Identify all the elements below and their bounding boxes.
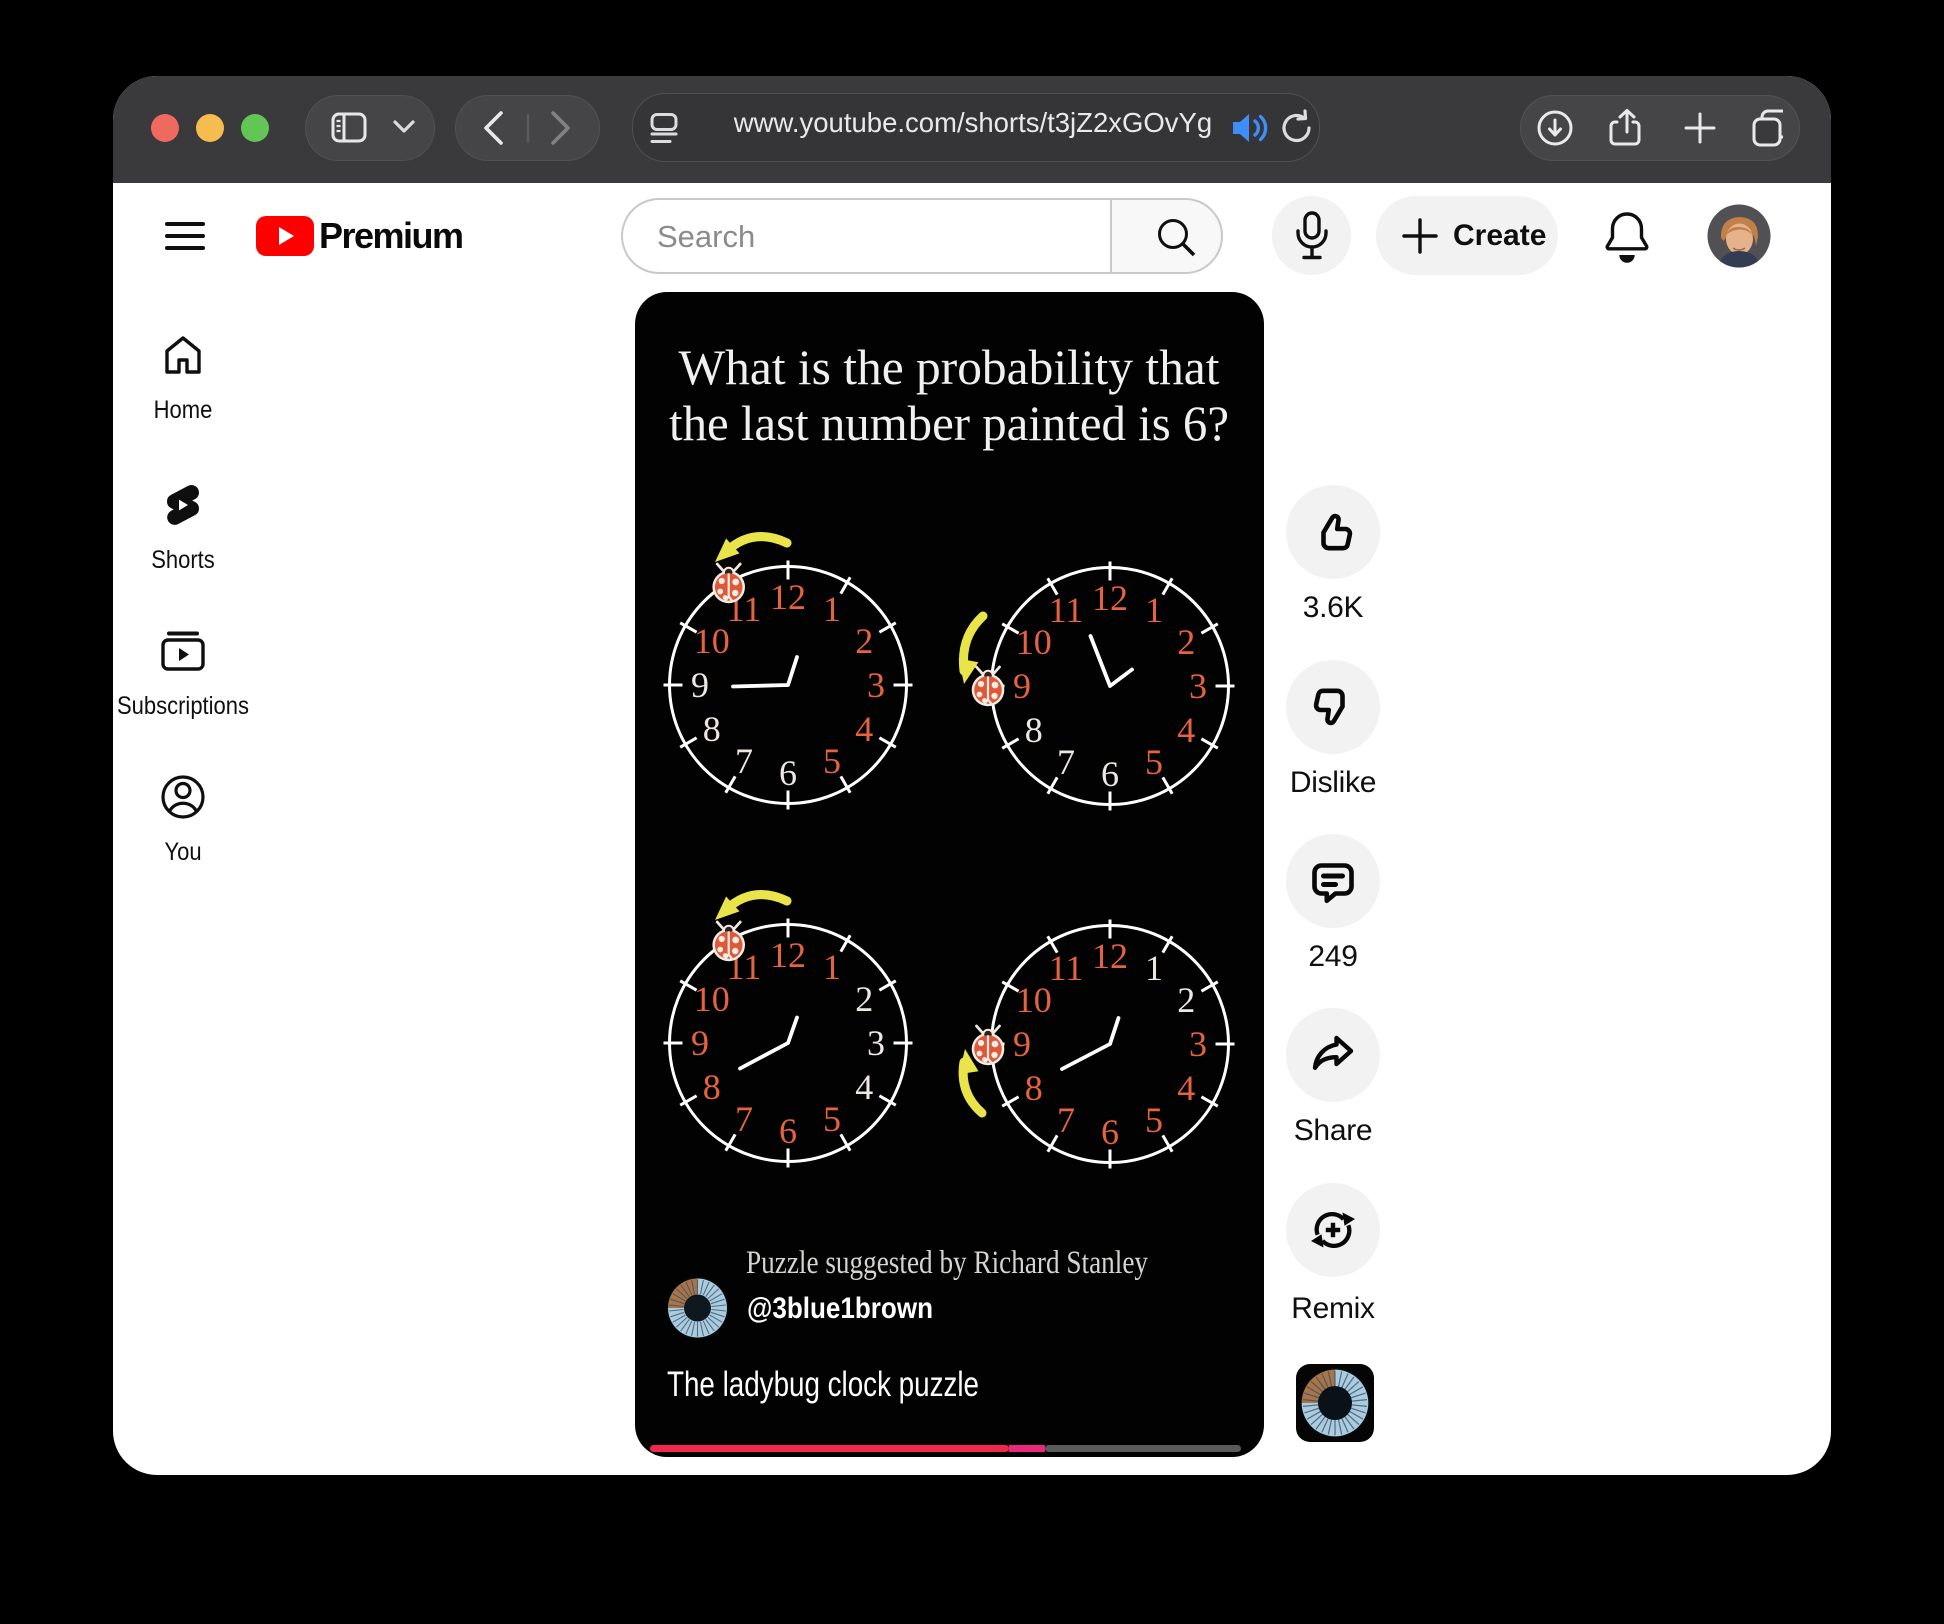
svg-text:7: 7 [1057, 742, 1075, 782]
svg-text:10: 10 [1016, 622, 1052, 662]
svg-text:@3blue1brown: @3blue1brown [747, 1292, 933, 1325]
svg-text:What is the probability that: What is the probability that [679, 339, 1220, 395]
svg-text:5: 5 [1145, 1100, 1163, 1140]
svg-text:3: 3 [867, 1023, 885, 1063]
svg-text:2: 2 [1177, 980, 1195, 1020]
svg-text:6: 6 [1101, 1112, 1119, 1152]
svg-text:4: 4 [855, 1067, 873, 1107]
svg-text:9: 9 [1013, 666, 1031, 706]
svg-text:7: 7 [1057, 1100, 1075, 1140]
svg-text:2: 2 [855, 621, 873, 661]
svg-text:12: 12 [1092, 578, 1128, 618]
svg-text:Puzzle suggested by Richard St: Puzzle suggested by Richard Stanley [746, 1245, 1148, 1281]
svg-text:5: 5 [1145, 742, 1163, 782]
svg-text:12: 12 [770, 577, 806, 617]
svg-text:3: 3 [1189, 666, 1207, 706]
svg-text:12: 12 [770, 935, 806, 975]
svg-text:10: 10 [694, 621, 730, 661]
svg-text:4: 4 [1177, 710, 1195, 750]
svg-text:2: 2 [1177, 622, 1195, 662]
svg-text:11: 11 [1049, 590, 1084, 630]
svg-text:The ladybug clock puzzle: The ladybug clock puzzle [667, 1365, 979, 1404]
svg-text:8: 8 [703, 709, 721, 749]
svg-text:11: 11 [1049, 948, 1084, 988]
svg-text:4: 4 [1177, 1068, 1195, 1108]
svg-text:5: 5 [823, 741, 841, 781]
svg-text:7: 7 [735, 1099, 753, 1139]
svg-text:12: 12 [1092, 936, 1128, 976]
svg-text:10: 10 [694, 979, 730, 1019]
svg-text:8: 8 [1025, 1068, 1043, 1108]
svg-text:7: 7 [735, 741, 753, 781]
svg-text:1: 1 [1145, 590, 1163, 630]
svg-text:5: 5 [823, 1099, 841, 1139]
svg-text:1: 1 [823, 947, 841, 987]
svg-text:6: 6 [779, 1111, 797, 1151]
svg-text:the last number painted is 6?: the last number painted is 6? [669, 395, 1229, 451]
svg-text:1: 1 [1145, 948, 1163, 988]
svg-text:6: 6 [1101, 754, 1119, 794]
svg-text:9: 9 [691, 665, 709, 705]
svg-text:8: 8 [1025, 710, 1043, 750]
svg-text:4: 4 [855, 709, 873, 749]
svg-text:9: 9 [691, 1023, 709, 1063]
svg-text:9: 9 [1013, 1024, 1031, 1064]
svg-text:3: 3 [1189, 1024, 1207, 1064]
svg-text:6: 6 [779, 753, 797, 793]
svg-text:8: 8 [703, 1067, 721, 1107]
svg-text:3: 3 [867, 665, 885, 705]
svg-text:2: 2 [855, 979, 873, 1019]
svg-text:1: 1 [823, 589, 841, 629]
svg-text:10: 10 [1016, 980, 1052, 1020]
